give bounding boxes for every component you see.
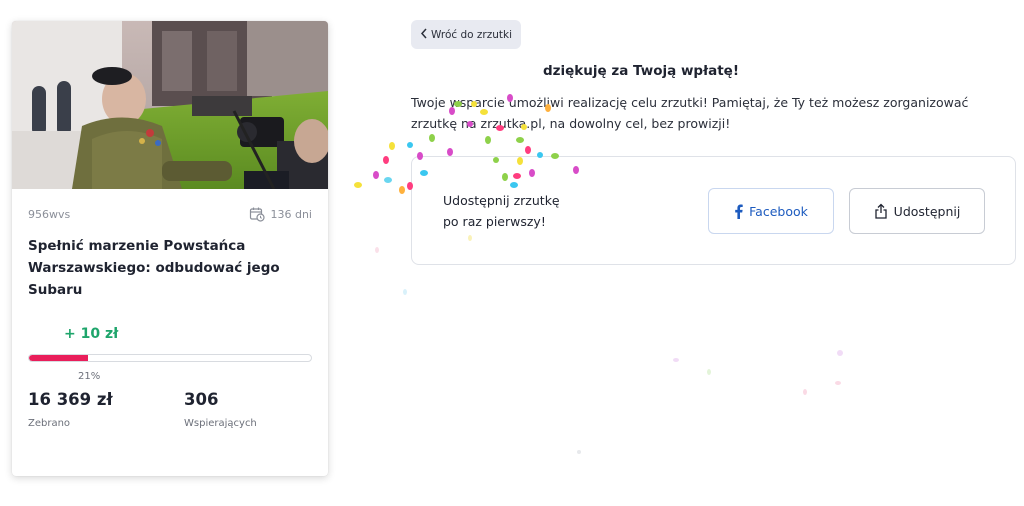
thank-you-heading: dziękuję za Twoją wpłatę! (543, 63, 739, 79)
chevron-left-icon (420, 28, 428, 42)
share-prompt: Udostępnij zrzutkę po raz pierwszy! (443, 190, 560, 232)
support-message: Twoje wsparcie umożliwi realizację celu … (411, 95, 969, 131)
facebook-share-button[interactable]: Facebook (708, 188, 834, 234)
progress-percent: 21% (78, 371, 101, 382)
facebook-label: Facebook (749, 203, 808, 219)
share-label: Udostępnij (893, 203, 961, 219)
progress-bar (28, 354, 312, 362)
donation-added: + 10 zł (64, 326, 119, 342)
days-left-label: 136 dni (270, 207, 312, 221)
raised-label: Zebrano (28, 418, 71, 429)
supporters-label: Wspierających (184, 418, 257, 429)
calendar-clock-icon (249, 206, 266, 222)
share-button[interactable]: Udostępnij (849, 188, 985, 234)
share-icon (874, 203, 888, 219)
campaign-author[interactable]: 956wvs (28, 208, 70, 221)
share-panel: Udostępnij zrzutkę po raz pierwszy! Face… (411, 156, 1016, 265)
raised-amount: 16 369 zł (28, 390, 113, 409)
progress-fill (29, 355, 89, 361)
share-prompt-line2: po raz pierwszy! (443, 214, 546, 229)
share-prompt-line1: Udostępnij zrzutkę (443, 193, 560, 208)
supporters-count: 306 (184, 390, 219, 409)
facebook-icon (734, 204, 743, 219)
campaign-card[interactable]: 956wvs 136 dni Spełnić marzenie Powstańc… (12, 21, 328, 476)
campaign-title[interactable]: Spełnić marzenie Powstańca Warszawskiego… (28, 235, 298, 301)
campaign-photo (12, 21, 328, 189)
back-to-campaign-button[interactable]: Wróć do zrzutki (411, 20, 521, 49)
days-left: 136 dni (249, 206, 312, 222)
back-label: Wróć do zrzutki (430, 28, 513, 41)
